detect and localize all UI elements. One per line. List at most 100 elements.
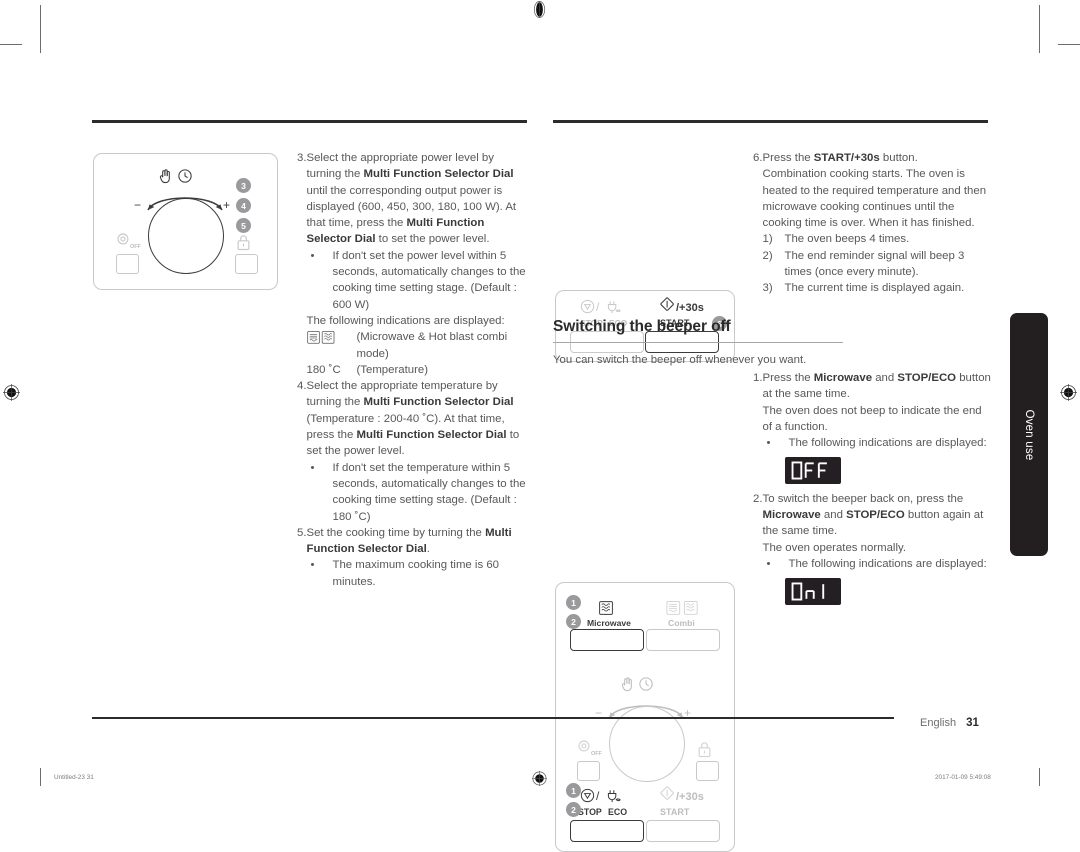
combi-mode-icons bbox=[306, 329, 357, 349]
step-4-bullet-text: If don't set the temperature within 5 se… bbox=[332, 461, 526, 523]
dial-plus-label: + bbox=[223, 198, 231, 212]
registration-mark-right bbox=[1060, 384, 1077, 401]
panel-stop-label: STOP bbox=[578, 807, 602, 817]
panel-stop-eco-button[interactable] bbox=[570, 820, 644, 842]
eco-plug-icon-2 bbox=[605, 788, 622, 809]
step-3-trailing: The following indications are displayed: bbox=[306, 314, 505, 327]
panel-start-button[interactable] bbox=[646, 820, 720, 842]
panel-lock-button[interactable] bbox=[696, 761, 719, 781]
stop-eco-slash: / bbox=[596, 300, 600, 314]
microwave-button[interactable] bbox=[570, 629, 644, 651]
lcd-display-on bbox=[784, 578, 841, 606]
step-6-text-1: Press the START/+30s button. bbox=[762, 152, 918, 164]
lcd-off-wrapper bbox=[763, 457, 992, 485]
crop-mark-top-left bbox=[40, 5, 41, 53]
registration-mark-left bbox=[3, 384, 20, 401]
bullet-dot: • bbox=[310, 559, 315, 572]
step-4-bullets: • If don't set the temperature within 5 … bbox=[307, 460, 530, 525]
beeper-step-1: 1. Press the Microwave and STOP/ECO butt… bbox=[753, 370, 991, 486]
power-off-button[interactable] bbox=[116, 254, 139, 274]
right-column-top-rule bbox=[553, 120, 988, 123]
beeper-step-1-number: 1. bbox=[753, 372, 763, 384]
power-off-icon-2 bbox=[576, 739, 595, 761]
beeper-section: Switching the beeper off You can switch … bbox=[553, 318, 843, 368]
crop-mark-top-right bbox=[1039, 5, 1040, 53]
panel-callout-top-2: 2 bbox=[566, 614, 581, 629]
microwave-label: Microwave bbox=[587, 618, 631, 628]
step-5-bullets: • The maximum cooking time is 60 minutes… bbox=[307, 557, 530, 590]
step-5-text: Set the cooking time by turning the Mult… bbox=[306, 526, 512, 556]
section-heading: Switching the beeper off bbox=[553, 318, 731, 335]
substep-marker: 3) bbox=[762, 282, 773, 295]
figure-callout-3: 3 bbox=[236, 178, 251, 193]
panel-callout-top-1: 1 bbox=[566, 595, 581, 610]
step-6-text-2: Combination cooking starts. The oven is … bbox=[762, 168, 987, 230]
step-5-number: 5. bbox=[297, 526, 307, 539]
figure-callout-4: 4 bbox=[236, 198, 251, 213]
side-tab-oven-use: Oven use bbox=[1010, 313, 1048, 556]
control-panel-dial-figure: − + OFF 3 4 5 bbox=[93, 153, 278, 290]
combi-button[interactable] bbox=[646, 629, 720, 651]
print-meta-right: 2017-01-09 5:49:08 bbox=[935, 774, 991, 781]
registration-mark-top bbox=[531, 1, 548, 18]
start-plus30-label: /+30s bbox=[676, 302, 704, 314]
footer-language: English bbox=[920, 717, 957, 729]
substep-text: The oven beeps 4 times. bbox=[784, 233, 910, 246]
beeper-step-1-text-2: The oven does not beep to indicate the e… bbox=[762, 404, 982, 433]
registration-mark-bottom bbox=[531, 770, 548, 787]
substep-marker: 1) bbox=[762, 233, 773, 246]
panel-power-off-button[interactable] bbox=[577, 761, 600, 781]
side-tab-label: Oven use bbox=[1023, 409, 1035, 460]
beeper-step-2-bullets: • The following indications are displaye… bbox=[763, 556, 992, 572]
clock-icon bbox=[177, 168, 193, 189]
panel-callout-bottom-2: 2 bbox=[566, 802, 581, 817]
beeper-step-2-text-1: To switch the beeper back on, press the … bbox=[762, 492, 984, 538]
print-meta-left: Untitled-23 31 bbox=[54, 774, 94, 781]
panel-power-off-label: OFF bbox=[591, 751, 602, 757]
beeper-step-2: 2. To switch the beeper back on, press t… bbox=[753, 491, 991, 607]
step-3-bullets: • If don't set the power level within 5 … bbox=[307, 248, 530, 313]
combi-label: Combi bbox=[668, 618, 695, 628]
step-6: 6. Press the START/+30s button. Combinat… bbox=[753, 150, 988, 297]
bullet-dot: • bbox=[310, 249, 315, 262]
power-off-icon bbox=[115, 232, 134, 254]
lcd-on-wrapper bbox=[763, 578, 992, 606]
power-off-label: OFF bbox=[130, 244, 141, 250]
substep-text: The current time is displayed again. bbox=[784, 282, 965, 295]
indication-temperature-row: 180 ˚C (Temperature) bbox=[307, 362, 530, 378]
beeper-step-1-text-1: Press the Microwave and STOP/ECO button … bbox=[762, 372, 991, 401]
beeper-step-2-text-2: The oven operates normally. bbox=[762, 541, 907, 554]
section-heading-rule bbox=[553, 342, 843, 343]
meta-rule-right bbox=[1039, 768, 1040, 786]
section-intro: You can switch the beeper off whenever y… bbox=[553, 354, 807, 366]
step-3: 3. Select the appropriate power level by… bbox=[297, 150, 529, 378]
lock-icon bbox=[236, 234, 251, 256]
clock-icon-2 bbox=[638, 676, 654, 697]
bullet-dot: • bbox=[766, 557, 771, 570]
bullet-dot: • bbox=[766, 437, 771, 450]
left-column-text: 3. Select the appropriate power level by… bbox=[297, 150, 529, 590]
manual-page: − + OFF 3 4 5 3. Select the appropriate … bbox=[0, 0, 1080, 852]
step-6-substeps: 1) The oven beeps 4 times. 2) The end re… bbox=[763, 231, 989, 296]
lock-button[interactable] bbox=[235, 254, 258, 274]
step-3-text: Select the appropriate power level by tu… bbox=[306, 152, 517, 246]
indication-temperature-value: 180 ˚C bbox=[306, 363, 341, 376]
press-hand-icon-2 bbox=[619, 676, 636, 698]
substep-text: The end reminder signal will beep 3 time… bbox=[784, 249, 965, 279]
step-3-bullet-text: If don't set the power level within 5 se… bbox=[332, 249, 526, 311]
footer-language-page: English 31 bbox=[920, 717, 979, 729]
figure-callout-5: 5 bbox=[236, 218, 251, 233]
step-4: 4. Select the appropriate temperature by… bbox=[297, 378, 529, 525]
press-hand-icon bbox=[157, 168, 174, 190]
panel-start-label: START bbox=[660, 807, 690, 817]
step-3-number: 3. bbox=[297, 152, 307, 164]
stop-icon-2 bbox=[580, 788, 595, 808]
step-6-number: 6. bbox=[753, 152, 763, 164]
right-column-text: 6. Press the START/+30s button. Combinat… bbox=[753, 150, 988, 297]
beeper-step-1-bullets: • The following indications are displaye… bbox=[763, 435, 992, 451]
multi-function-selector-dial[interactable] bbox=[148, 198, 224, 274]
meta-rule-left bbox=[40, 768, 41, 786]
beeper-step-1-bullet-text: The following indications are displayed: bbox=[788, 437, 987, 450]
lock-icon-2 bbox=[697, 741, 712, 763]
dial-minus-label: − bbox=[134, 198, 142, 212]
